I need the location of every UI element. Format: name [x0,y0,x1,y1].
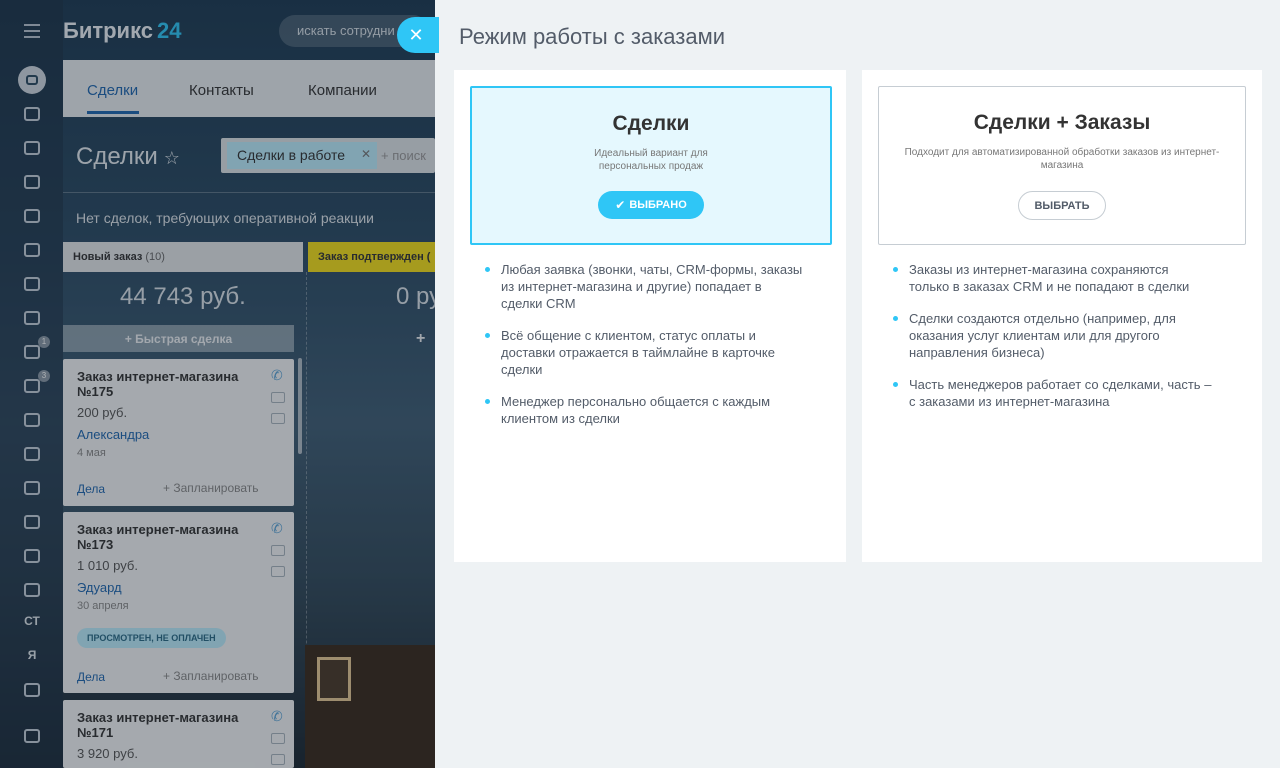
selected-button[interactable]: ✔ ВЫБРАНО [598,191,704,219]
feature-list: Любая заявка (звонки, чаты, CRM-формы, з… [484,261,804,442]
selected-button-label: ВЫБРАНО [629,199,687,211]
feature-list: Заказы из интернет-магазина сохраняются … [892,261,1212,425]
close-panel-button[interactable]: ✕ [397,17,439,53]
option-subtitle: Подходит для автоматизированной обработк… [904,147,1220,171]
option-title: Сделки [612,112,690,135]
option-card-deals[interactable]: Сделки Идеальный вариант для персональны… [470,86,832,245]
list-item: Любая заявка (звонки, чаты, CRM-формы, з… [484,261,804,312]
list-item: Часть менеджеров работает со сделками, ч… [892,376,1212,410]
list-item: Заказы из интернет-магазина сохраняются … [892,261,1212,295]
check-icon: ✔ [615,198,626,212]
option-title: Сделки + Заказы [973,111,1151,134]
choose-button[interactable]: ВЫБРАТЬ [1018,191,1106,220]
list-item: Всё общение с клиентом, статус оплаты и … [484,327,804,378]
overlay-dim[interactable] [0,0,435,768]
list-item: Менеджер персонально общается с каждым к… [484,393,804,427]
order-mode-panel: Режим работы с заказами Сделки Идеальный… [435,0,1280,768]
option-deals-orders: Сделки + Заказы Подходит для автоматизир… [862,70,1262,562]
panel-title: Режим работы с заказами [459,24,726,49]
close-icon: ✕ [408,24,424,45]
option-deals: Сделки Идеальный вариант для персональны… [454,70,846,562]
list-item: Сделки создаются отдельно (например, для… [892,310,1212,361]
option-card-deals-orders[interactable]: Сделки + Заказы Подходит для автоматизир… [878,86,1246,245]
option-subtitle: Идеальный вариант для персональных прода… [594,148,708,172]
